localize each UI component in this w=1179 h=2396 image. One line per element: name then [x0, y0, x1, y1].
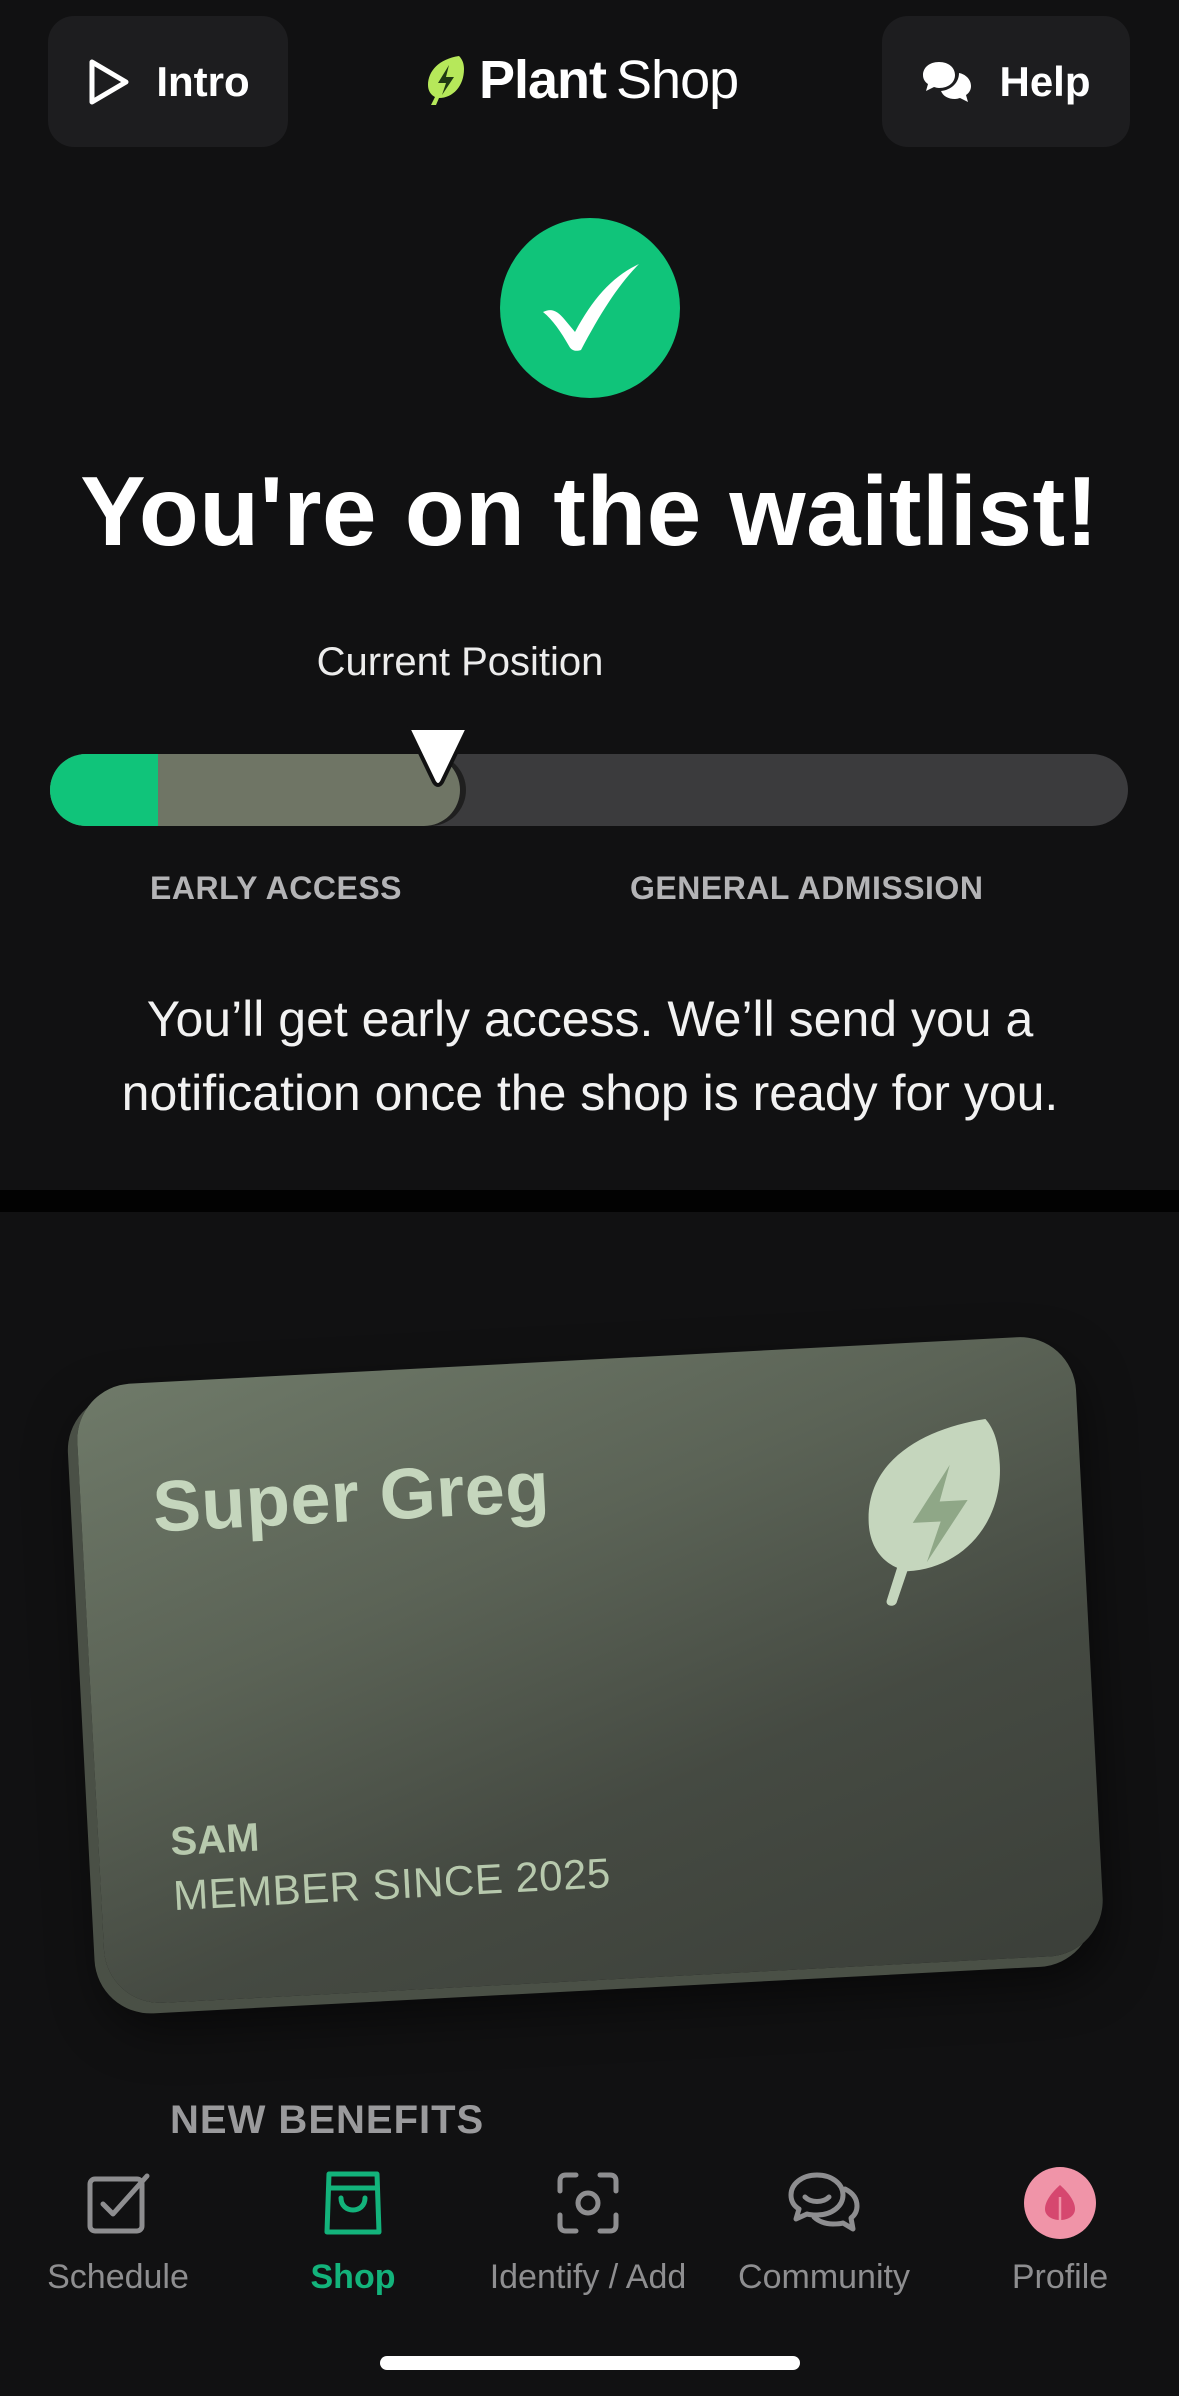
lightning-leaf-icon	[425, 53, 467, 107]
lightning-leaf-icon	[855, 1412, 1015, 1615]
play-icon	[86, 58, 130, 106]
tab-profile-icon-slot	[1024, 2162, 1096, 2244]
intro-button-label: Intro	[156, 57, 250, 105]
shopping-bag-icon	[323, 2162, 383, 2244]
tab-label: Profile	[1011, 2258, 1109, 2296]
waitlist-progress-track	[50, 754, 1128, 826]
top-header: Intro Plant Shop Help	[0, 0, 1179, 160]
tab-label: Identify / Add	[489, 2258, 687, 2296]
new-benefits-heading: NEW BENEFITS	[170, 2098, 485, 2136]
early-access-label: EARLY ACCESS	[150, 870, 402, 906]
waitlist-title: You're on the waitlist!	[80, 456, 1099, 566]
membership-card-face: Super Greg SAM MEMBER SINCE 2025	[74, 1334, 1106, 2006]
card-brand-name: Super Greg	[150, 1446, 552, 1548]
position-marker-icon	[402, 724, 474, 790]
membership-card[interactable]: Super Greg SAM MEMBER SINCE 2025	[74, 1334, 1106, 2006]
brand-logo: Plant Shop	[425, 44, 739, 116]
tab-shop[interactable]: Shop	[235, 2162, 471, 2312]
brand-name-regular: Shop	[616, 50, 739, 110]
intro-button[interactable]: Intro	[48, 16, 288, 147]
waitlist-description: You’ll get early access. We’ll send you …	[121, 991, 1059, 1121]
brand-name-bold: Plant	[479, 50, 607, 110]
tab-label: Shop	[310, 2258, 396, 2296]
success-check-icon	[500, 218, 680, 398]
tab-label: Schedule	[47, 2258, 189, 2296]
help-button-label: Help	[999, 57, 1091, 105]
card-member-name: SAM	[169, 1815, 261, 1865]
chat-bubbles-icon	[921, 59, 973, 105]
profile-avatar	[1024, 2167, 1096, 2239]
scan-icon	[556, 2162, 620, 2244]
early-access-segment	[50, 754, 158, 826]
chat-bubbles-icon	[787, 2162, 861, 2244]
tab-profile[interactable]: Profile	[942, 2162, 1178, 2312]
general-admission-label: GENERAL ADMISSION	[630, 870, 984, 906]
checkbox-icon	[85, 2162, 151, 2244]
section-divider	[0, 1190, 1179, 1212]
help-button[interactable]: Help	[882, 16, 1130, 147]
tab-label: Community	[738, 2258, 910, 2296]
current-position-label: Current Position	[316, 640, 604, 684]
tab-community[interactable]: Community	[706, 2162, 942, 2312]
tab-schedule[interactable]: Schedule	[0, 2162, 236, 2312]
home-indicator	[380, 2356, 800, 2370]
tab-identify-add[interactable]: Identify / Add	[470, 2162, 706, 2312]
